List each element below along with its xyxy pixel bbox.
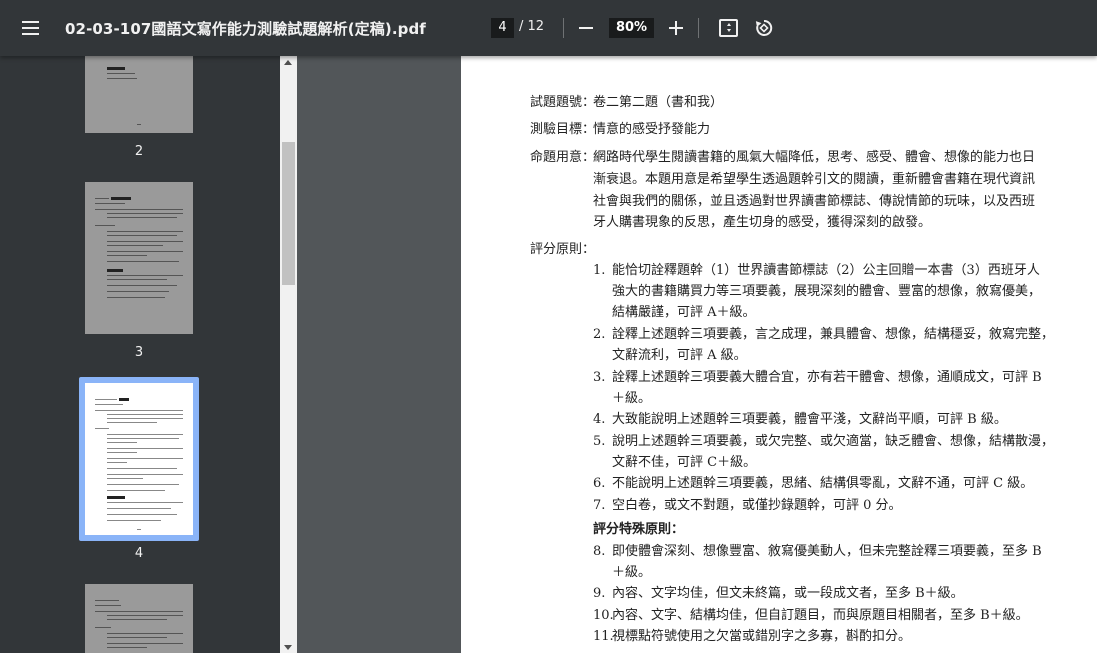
scroll-down-arrow-icon[interactable]: [284, 645, 292, 650]
item-number: 6.: [593, 476, 606, 491]
item-number: 3.: [593, 370, 606, 385]
item-number: 9.: [593, 586, 606, 601]
scrollbar-thumb[interactable]: [282, 142, 295, 285]
item-number: 4.: [593, 412, 606, 427]
item-number: 7.: [593, 498, 606, 513]
purpose-line: 漸衰退。本題用意是希望學生透過題幹引文的閱讀，重新體會書籍在現代資訊: [593, 172, 1036, 187]
item-line: 詮釋上述題幹三項要義大體合宜，亦有若干體會、想像，通順成文，可評 B: [612, 370, 1042, 385]
thumbnail-sidebar: 2 3 4: [0, 56, 280, 653]
toolbar: 02-03-107國語文寫作能力測驗試題解析(定稿).pdf 4 / 12 80…: [0, 0, 1097, 56]
item-line: 內容、文字均佳，但文未終篇，或一段成文者，至多 B＋級。: [612, 586, 964, 601]
thumbnail-page-2[interactable]: [85, 56, 193, 133]
row-label: 命題用意：: [530, 150, 596, 165]
item-line: 結構嚴謹，可評 A＋級。: [612, 305, 756, 320]
toolbar-divider: [563, 18, 564, 38]
item-number: 10.: [593, 608, 614, 623]
item-line: 大致能說明上述題幹三項要義，體會平淺，文辭尚平順，可評 B 級。: [612, 412, 1007, 427]
item-number: 5.: [593, 434, 606, 449]
item-line: 文辭不佳，可評 C＋級。: [612, 455, 757, 470]
item-line: 視標點符號使用之欠當或錯別字之多寡，斟酌扣分。: [612, 629, 912, 644]
menu-icon[interactable]: [18, 16, 44, 40]
question-number: 卷二第二題（書和我）: [593, 95, 724, 110]
thumbnail-number: 4: [134, 546, 144, 561]
item-number: 8.: [593, 544, 606, 559]
item-line: 能恰切詮釋題幹（1）世界讀書節標誌（2）公主回贈一本書（3）西班牙人: [612, 263, 1040, 278]
item-line: 不能說明上述題幹三項要義，思緒、結構俱零亂，文辭不通，可評 C 級。: [612, 476, 1034, 491]
item-line: 詮釋上述題幹三項要義，言之成理，兼具體會、想像，結構穩妥，敘寫完整，: [612, 327, 1055, 342]
purpose-line: 牙人購書現象的反思，產生切身的感受，獲得深刻的啟發。: [593, 215, 932, 230]
pdf-page: 試題題號： 卷二第二題（書和我） 測驗目標： 情意的感受抒發能力 命題用意： 網…: [461, 56, 1097, 653]
fit-to-page-icon[interactable]: [719, 19, 738, 37]
toolbar-divider: [698, 18, 699, 38]
row-label: 測驗目標：: [530, 122, 596, 137]
item-line: 內容、文字、結構均佳，但自訂題目，而與原題目相關者，至多 B＋級。: [612, 608, 1029, 623]
item-line: 即使體會深刻、想像豐富、敘寫優美動人，但未完整詮釋三項要義，至多 B: [612, 544, 1042, 559]
thumbnail-number: 2: [134, 144, 144, 159]
purpose-line: 社會與我們的關係，並且透過對世界讀書節標誌、傳說情節的玩味，以及西班: [593, 194, 1036, 209]
row-label: 試題題號：: [530, 95, 596, 110]
zoom-out-icon[interactable]: [579, 27, 593, 29]
zoom-in-icon[interactable]: [669, 21, 683, 35]
document-title: 02-03-107國語文寫作能力測驗試題解析(定稿).pdf: [65, 20, 426, 38]
row-label: 評分原則：: [530, 242, 596, 257]
special-rules-heading: 評分特殊原則：: [593, 522, 685, 537]
scroll-up-arrow-icon[interactable]: [284, 60, 292, 65]
item-number: 1.: [593, 263, 606, 278]
item-line: 強大的書籍購買力等三項要義，展現深刻的體會、豐富的想像，敘寫優美，: [612, 284, 1042, 299]
rotate-icon[interactable]: [754, 18, 774, 38]
item-line: ＋級。: [612, 565, 652, 580]
page-number-input[interactable]: 4: [491, 18, 514, 38]
thumbnail-page-5[interactable]: [85, 584, 193, 653]
item-number: 11.: [593, 629, 614, 644]
item-line: 說明上述題幹三項要義，或欠完整、或欠適當，缺乏體會、想像，結構散漫，: [612, 434, 1055, 449]
test-objective: 情意的感受抒發能力: [593, 122, 711, 137]
zoom-level-input[interactable]: 80%: [609, 18, 654, 38]
item-line: 文辭流利，可評 A 級。: [612, 348, 747, 363]
thumbnail-page-4[interactable]: [85, 383, 193, 535]
item-line: 空白卷，或文不對題，或僅抄錄題幹，可評 0 分。: [612, 498, 902, 513]
purpose-line: 網路時代學生閱讀書籍的風氣大幅降低，思考、感受、體會、想像的能力也日: [593, 150, 1036, 165]
item-number: 2.: [593, 327, 606, 342]
item-line: ＋級。: [612, 391, 652, 406]
sidebar-scrollbar[interactable]: [280, 56, 297, 653]
page-total: / 12: [519, 19, 545, 34]
thumbnail-page-3[interactable]: [85, 182, 193, 334]
thumbnail-number: 3: [134, 345, 144, 360]
